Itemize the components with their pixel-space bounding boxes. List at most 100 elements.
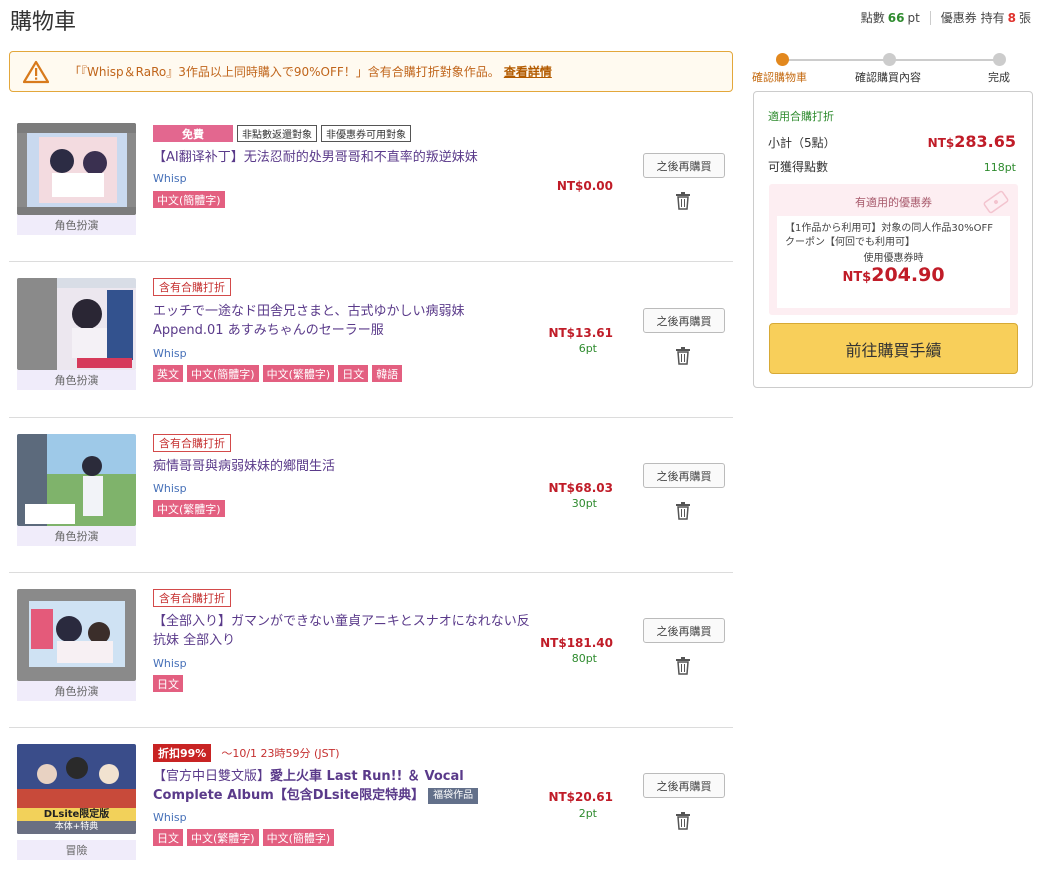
step-label-complete: 完成 <box>988 71 1010 84</box>
cart-page: 購物車 點數 66 pt 優惠券 持有 8 張 「『Whisp＆RaRo』3作品… <box>0 0 1047 871</box>
item-badges: 折扣99% ～10/1 23時59分 (JST) <box>153 744 340 762</box>
trash-icon[interactable] <box>675 347 691 365</box>
item-points: 6pt <box>578 342 597 355</box>
item-price: NT$181.40 <box>540 636 613 650</box>
page-title: 購物車 <box>10 10 77 35</box>
item-badges: 含有合購打折 <box>153 589 231 607</box>
subtotal-value: 283.65 <box>954 132 1016 151</box>
subtotal-row: 小計（5點） NT$283.65 <box>768 132 1016 151</box>
language-tag: 日文 <box>338 365 369 382</box>
discount-badge: 折扣99% <box>153 744 212 762</box>
product-title-prefix: 【官方中日雙文版】 <box>153 769 271 784</box>
subtotal-label: 小計（5點） <box>768 136 836 150</box>
item-price: NT$68.03 <box>548 481 613 495</box>
step-dot <box>993 53 1006 66</box>
language-tag: 中文(繁體字) <box>153 500 225 517</box>
trash-icon[interactable] <box>675 812 691 830</box>
coupon-price-currency: NT$ <box>842 270 872 285</box>
warning-triangle-icon <box>23 60 49 84</box>
item-badges: 含有合購打折 <box>153 434 231 452</box>
language-tag: 中文(簡體字) <box>262 829 335 846</box>
step-label-confirm: 確認購買內容 <box>855 71 921 84</box>
maker-link[interactable]: Whisp <box>153 482 187 495</box>
cart-item: 角色扮演 含有合購打折 エッチで一途なド田舎兄さまと、古式ゆかしい病弱妹 App… <box>9 262 733 418</box>
maker-link[interactable]: Whisp <box>153 811 187 824</box>
language-tag: 日文 <box>153 675 183 692</box>
category-label: 冒險 <box>17 840 136 860</box>
proceed-to-checkout-button[interactable]: 前往購買手續 <box>769 323 1018 374</box>
buy-later-button[interactable]: 之後再購買 <box>643 308 725 333</box>
language-tag: 中文(繁體字) <box>262 365 335 382</box>
category-label: 角色扮演 <box>17 215 136 235</box>
coupon-unit: 張 <box>1018 11 1031 25</box>
item-price: NT$13.61 <box>548 326 613 340</box>
step-label-cart: 確認購物車 <box>752 71 807 84</box>
cart-item: DLsite限定版 本体+特典 冒險 折扣99% ～10/1 23時59分 (J… <box>9 728 733 871</box>
no-coupon-badge: 非優惠券可用對象 <box>321 125 411 142</box>
coupon-box: 有適用的優惠券 【1作品から利用可】対象の同人作品30%OFFクーポン【何回でも… <box>769 184 1018 315</box>
trash-icon[interactable] <box>675 502 691 520</box>
step-dot-active <box>776 53 789 66</box>
bundle-applied-label: 適用合購打折 <box>768 110 834 123</box>
lucky-bag-badge: 福袋作品 <box>428 787 479 804</box>
limited-edition-label: DLsite限定版 <box>17 808 136 821</box>
coupon-heading: 有適用的優惠券 <box>855 196 932 209</box>
product-thumbnail[interactable] <box>17 589 136 681</box>
language-tags: 英文 中文(簡體字) 中文(繁體字) 日文 韓語 <box>153 365 403 382</box>
buy-later-button[interactable]: 之後再購買 <box>643 618 725 643</box>
language-tag: 英文 <box>153 365 183 382</box>
order-summary-panel: 適用合購打折 小計（5點） NT$283.65 可獲得點數 118pt 有適用的… <box>753 91 1033 388</box>
language-tags: 中文(簡體字) <box>153 191 225 208</box>
item-badges: 含有合購打折 <box>153 278 231 296</box>
cart-item: 角色扮演 含有合購打折 【全部入り】ガマンができない童貞アニキとスナオになれない… <box>9 573 733 728</box>
language-tag: 中文(簡體字) <box>153 191 225 208</box>
product-title[interactable]: 【全部入り】ガマンができない童貞アニキとスナオになれない反抗妹 全部入り <box>153 612 533 650</box>
buy-later-button[interactable]: 之後再購買 <box>643 773 725 798</box>
maker-link[interactable]: Whisp <box>153 657 187 670</box>
product-thumbnail[interactable] <box>17 123 136 215</box>
item-price: NT$20.61 <box>548 790 613 804</box>
no-points-badge: 非點數返還對象 <box>237 125 317 142</box>
language-tags: 日文 中文(繁體字) 中文(簡體字) <box>153 829 335 846</box>
coupon-detail[interactable]: 【1作品から利用可】対象の同人作品30%OFFクーポン【何回でも利用可】 使用優… <box>777 216 1010 308</box>
coupon-count[interactable]: 8 <box>1008 11 1016 25</box>
language-tag: 中文(簡體字) <box>187 365 259 382</box>
buy-later-button[interactable]: 之後再購買 <box>643 153 725 178</box>
item-badges: 免費 非點數返還對象 非優惠券可用對象 <box>153 125 411 142</box>
product-title[interactable]: 【AI翻译补丁】无法忍耐的处男哥哥和不直率的叛逆妹妹 <box>153 148 533 167</box>
maker-link[interactable]: Whisp <box>153 347 187 360</box>
product-title[interactable]: 痴情哥哥與病弱妹妹的鄉間生活 <box>153 457 533 476</box>
product-thumbnail[interactable] <box>17 278 136 370</box>
points-value: 66 <box>887 10 905 25</box>
category-label: 角色扮演 <box>17 681 136 701</box>
language-tags: 日文 <box>153 675 183 692</box>
points-label: 點數 <box>860 11 885 25</box>
earned-points-row: 可獲得點數 118pt <box>768 158 1016 175</box>
category-label: 角色扮演 <box>17 526 136 546</box>
trash-icon[interactable] <box>675 192 691 210</box>
product-title[interactable]: 【官方中日雙文版】愛上火車 Last Run!! ＆ Vocal Complet… <box>153 767 533 805</box>
buy-later-button[interactable]: 之後再購買 <box>643 463 725 488</box>
coupon-label[interactable]: 優惠券 持有 <box>941 9 1005 26</box>
product-thumbnail[interactable]: DLsite限定版 本体+特典 <box>17 744 136 834</box>
item-points: 80pt <box>571 652 597 665</box>
maker-link[interactable]: Whisp <box>153 172 187 185</box>
item-price: NT$0.00 <box>556 179 613 193</box>
item-points: 30pt <box>571 497 597 510</box>
header-account-info: 點數 66 pt 優惠券 持有 8 張 <box>861 9 1031 26</box>
notice-detail-link[interactable]: 查看詳情 <box>504 63 552 80</box>
language-tag: 日文 <box>153 829 183 846</box>
language-tag: 韓語 <box>372 365 403 382</box>
product-thumbnail[interactable] <box>17 434 136 526</box>
cart-item: 角色扮演 免費 非點數返還對象 非優惠券可用對象 【AI翻译补丁】无法忍耐的处男… <box>9 107 733 262</box>
category-label: 角色扮演 <box>17 370 136 390</box>
trash-icon[interactable] <box>675 657 691 675</box>
language-tags: 中文(繁體字) <box>153 500 225 517</box>
coupon-price: NT$204.90 <box>785 266 1002 286</box>
subtotal-currency: NT$ <box>927 136 955 150</box>
points-unit: pt <box>907 10 920 25</box>
coupon-text: 【1作品から利用可】対象の同人作品30%OFFクーポン【何回でも利用可】 <box>785 223 993 248</box>
product-title[interactable]: エッチで一途なド田舎兄さまと、古式ゆかしい病弱妹 Append.01 あすみちゃ… <box>153 302 533 340</box>
bonus-label: 本体+特典 <box>17 821 136 834</box>
cart-item: 角色扮演 含有合購打折 痴情哥哥與病弱妹妹的鄉間生活 Whisp 中文(繁體字)… <box>9 418 733 573</box>
